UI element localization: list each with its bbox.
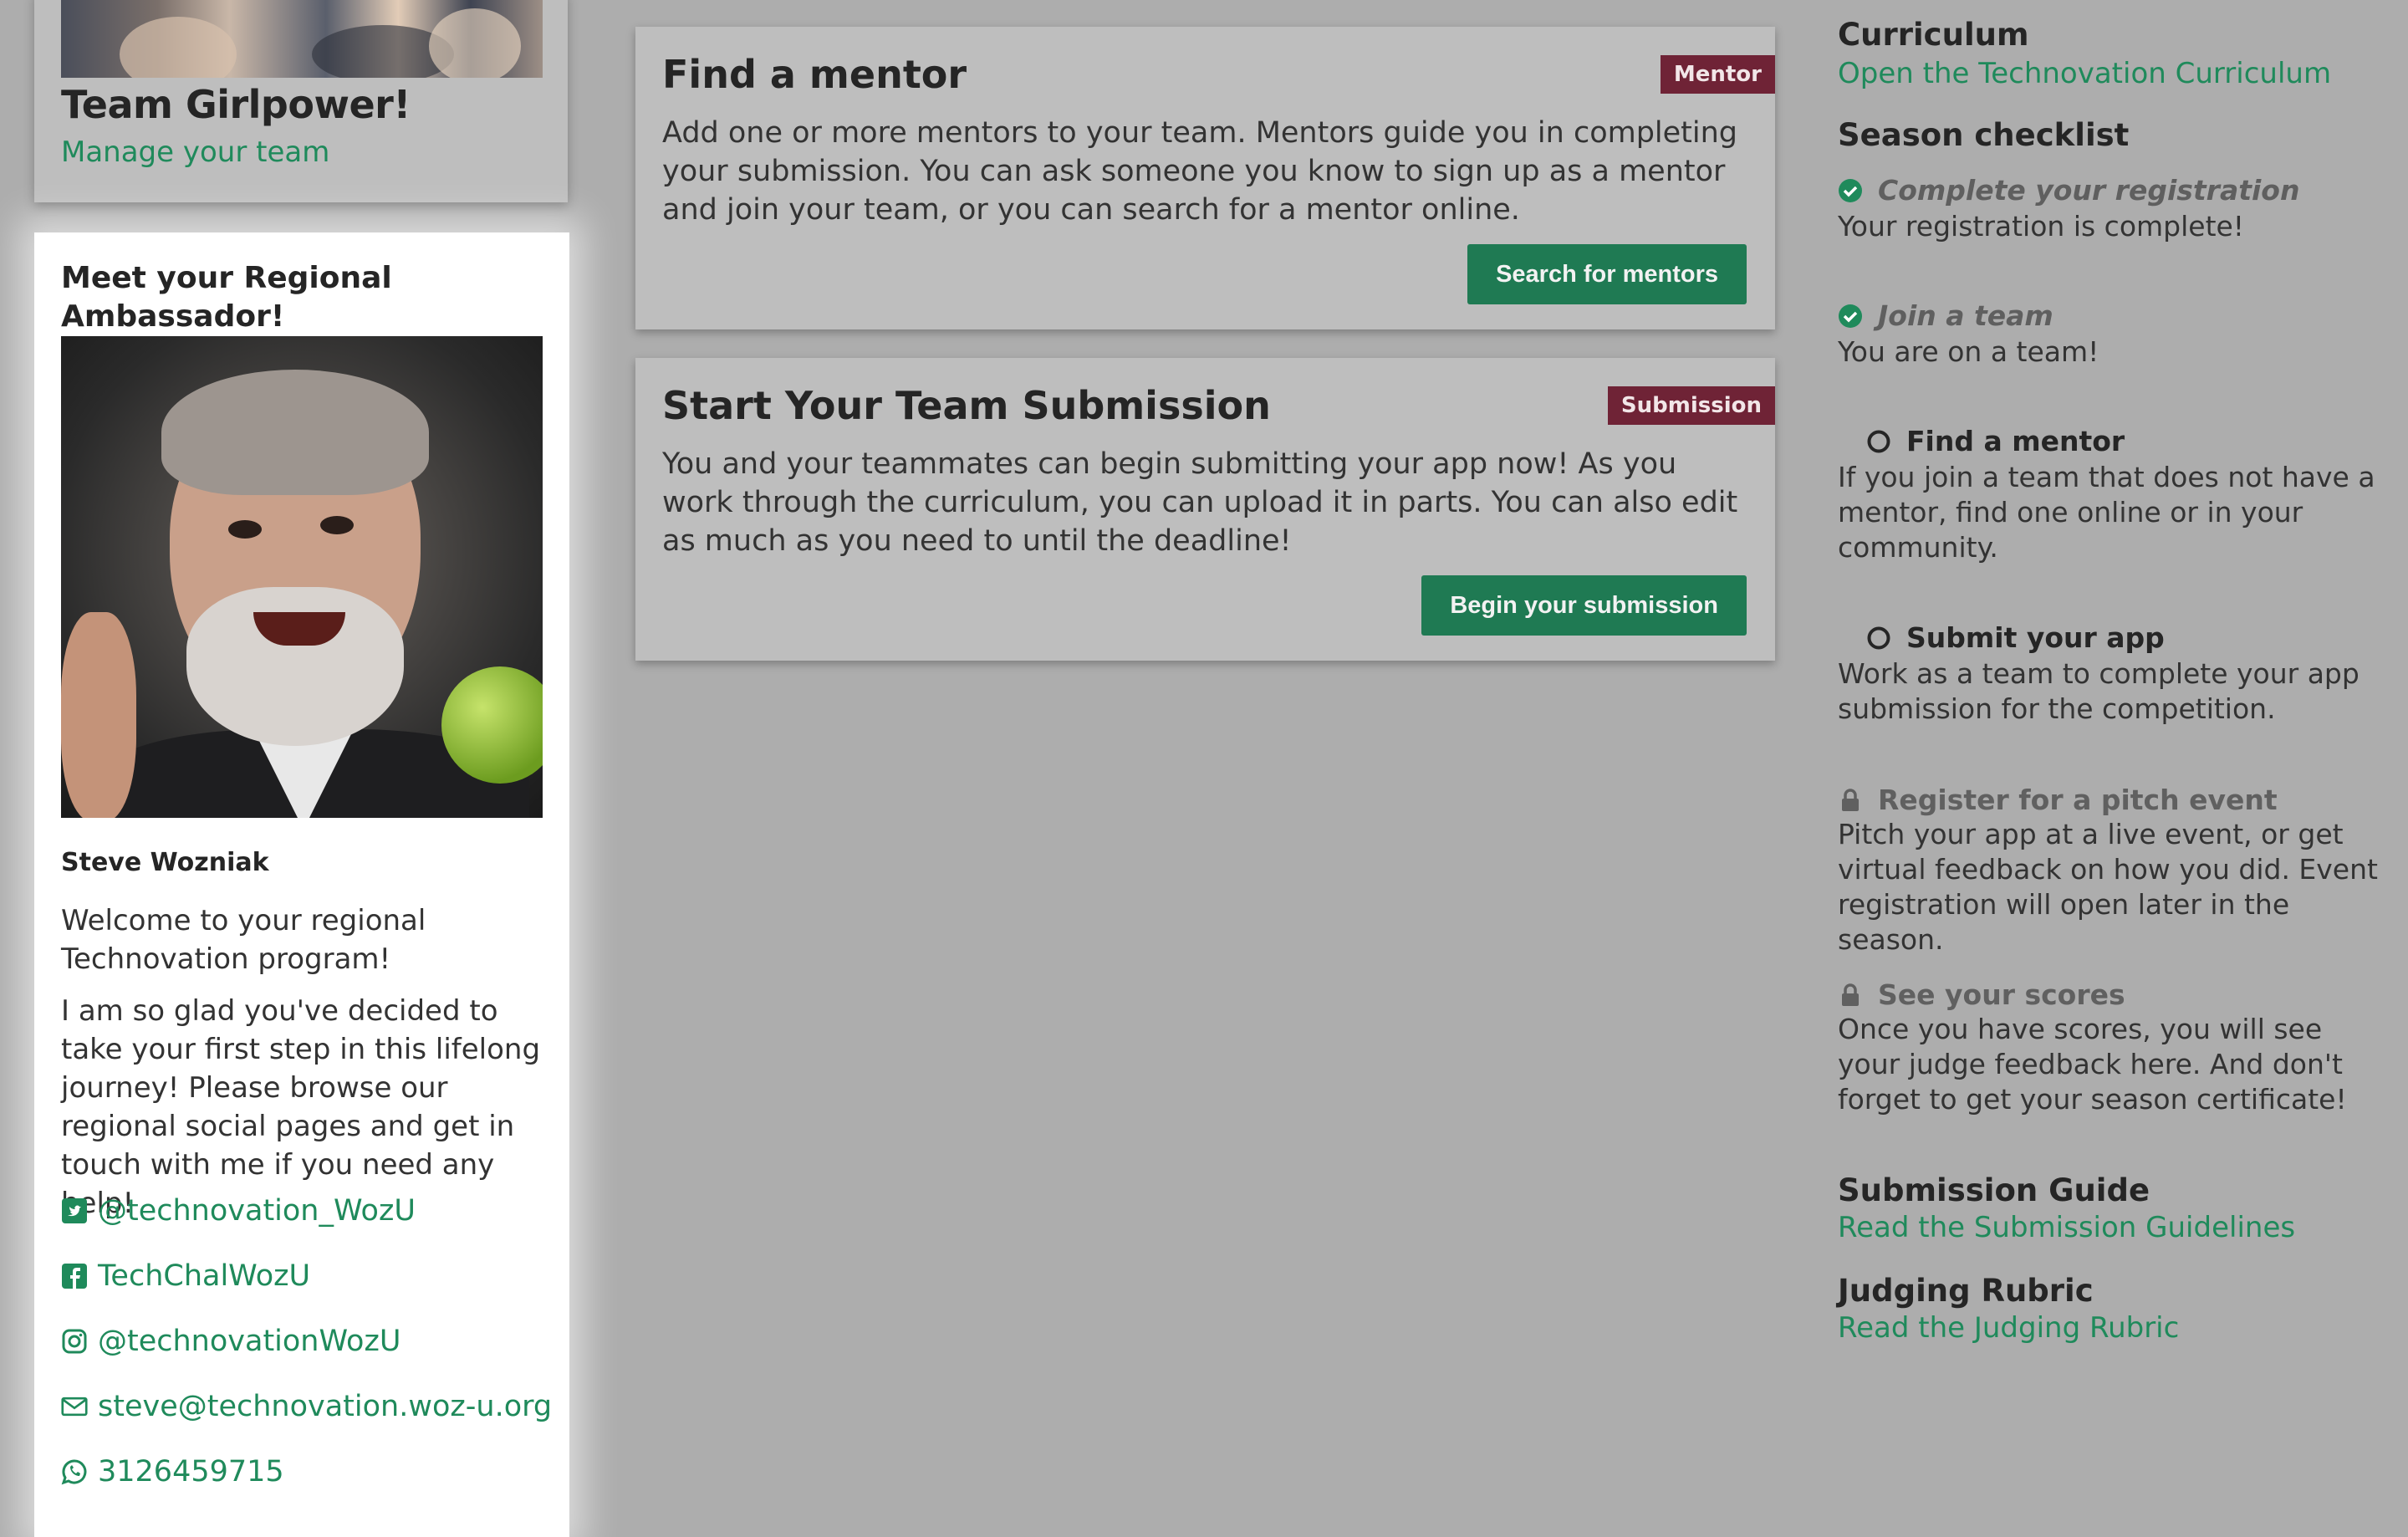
curriculum-heading: Curriculum (1838, 17, 2029, 53)
mentor-tag: Mentor (1660, 55, 1775, 94)
instagram-icon (62, 1329, 87, 1354)
phone-number: 3126459715 (98, 1455, 284, 1488)
checklist-desc: Your registration is complete! (1838, 210, 2245, 243)
checklist-desc: If you join a team that does not have a … (1838, 461, 2375, 564)
instagram-handle: @technovationWozU (98, 1325, 401, 1358)
twitter-icon (62, 1198, 87, 1223)
team-card: Team Girlpower! Manage your team (34, 0, 568, 202)
checklist-heading: Season checklist (1838, 117, 2130, 153)
email-address: steve@technovation.woz-u.org (98, 1390, 553, 1423)
twitter-handle: @technovation_WozU (98, 1194, 416, 1228)
facebook-handle: TechChalWozU (98, 1259, 311, 1293)
card-body: You and your teammates can begin submitt… (662, 447, 1738, 558)
ambassador-name: Steve Wozniak (61, 848, 269, 877)
checklist-item-pitch-event: Register for a pitch event (1838, 784, 2278, 816)
lock-icon (1842, 983, 1859, 1006)
ambassador-message: I am so glad you've decided to take your… (61, 994, 541, 1220)
checklist-desc: Work as a team to complete your app subm… (1838, 657, 2360, 725)
ambassador-heading: Meet your Regional Ambassador! (61, 261, 392, 334)
checklist-item-submit-app: Submit your app (1866, 621, 2165, 654)
submission-guide-heading: Submission Guide (1838, 1172, 2150, 1208)
card-title: Find a mentor (662, 52, 967, 97)
facebook-icon (62, 1264, 87, 1289)
instagram-link[interactable]: @technovationWozU (61, 1325, 400, 1358)
twitter-link[interactable]: @technovation_WozU (61, 1194, 416, 1228)
checklist-desc: Once you have scores, you will see your … (1838, 1013, 2347, 1116)
phone-link[interactable]: 3126459715 (61, 1455, 284, 1488)
ambassador-card: Meet your Regional Ambassador! Steve Woz… (34, 232, 569, 1537)
submission-guidelines-link[interactable]: Read the Submission Guidelines (1838, 1211, 2295, 1244)
checklist-item-find-mentor: Find a mentor (1866, 425, 2125, 457)
team-photo (61, 0, 543, 78)
whatsapp-icon (61, 1459, 87, 1485)
manage-team-link[interactable]: Manage your team (61, 135, 329, 169)
lock-icon (1842, 788, 1859, 811)
team-submission-card: Start Your Team Submission Submission Yo… (635, 358, 1775, 661)
checklist-desc: Pitch your app at a live event, or get v… (1838, 818, 2378, 956)
envelope-icon (61, 1397, 88, 1417)
checklist-item-see-scores: See your scores (1838, 978, 2125, 1011)
ambassador-photo (61, 336, 543, 818)
empty-circle-icon (1867, 626, 1890, 649)
find-mentor-card: Find a mentor Mentor Add one or more men… (635, 27, 1775, 329)
empty-circle-icon (1867, 430, 1890, 452)
ambassador-welcome: Welcome to your regional Technovation pr… (61, 904, 426, 976)
submission-tag: Submission (1607, 386, 1775, 425)
check-circle-icon (1839, 304, 1862, 328)
card-body: Add one or more mentors to your team. Me… (662, 116, 1738, 227)
curriculum-link[interactable]: Open the Technovation Curriculum (1838, 57, 2331, 90)
search-mentors-button[interactable]: Search for mentors (1467, 244, 1747, 304)
checklist-item-join-team: Join a team (1838, 299, 2053, 332)
judging-rubric-heading: Judging Rubric (1838, 1273, 2094, 1309)
card-title: Start Your Team Submission (662, 383, 1271, 428)
judging-rubric-link[interactable]: Read the Judging Rubric (1838, 1311, 2179, 1345)
begin-submission-button[interactable]: Begin your submission (1421, 575, 1747, 636)
check-circle-icon (1839, 178, 1862, 202)
email-link[interactable]: steve@technovation.woz-u.org (61, 1390, 552, 1423)
checklist-item-registration: Complete your registration (1838, 174, 2299, 207)
facebook-link[interactable]: TechChalWozU (61, 1259, 310, 1293)
team-name: Team Girlpower! (61, 82, 411, 127)
checklist-desc: You are on a team! (1838, 335, 2099, 368)
